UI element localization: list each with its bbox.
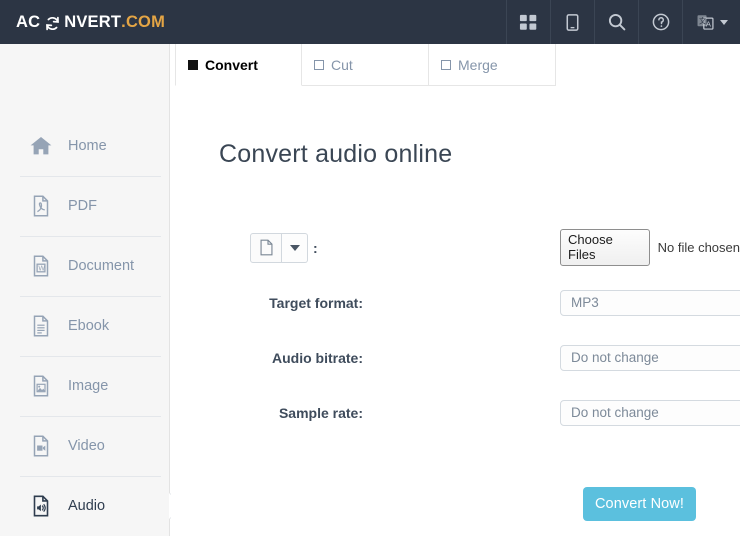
home-icon: [28, 133, 54, 159]
sidebar-item-home[interactable]: Home: [0, 116, 169, 176]
target-format-select[interactable]: MP3: [560, 289, 740, 316]
audio-bitrate-row: Audio bitrate: Do not change: [171, 330, 740, 385]
sample-rate-label: Sample rate:: [278, 404, 363, 421]
tab-convert[interactable]: Convert: [175, 44, 302, 86]
header-spacer: [165, 0, 506, 44]
search-icon[interactable]: [594, 0, 638, 44]
help-circle-icon[interactable]: [638, 0, 682, 44]
sidebar-item-ebook[interactable]: Ebook: [0, 296, 169, 356]
document-page-icon[interactable]: [250, 232, 282, 263]
tab-checkbox-icon: [314, 59, 324, 70]
sidebar-item-label: Video: [68, 438, 105, 454]
page-title: Convert audio online: [219, 140, 453, 168]
ebook-file-icon: [28, 313, 54, 339]
sidebar-item-label: Image: [68, 378, 109, 394]
video-file-icon: [28, 433, 54, 459]
logo-text-nvert: NVERT: [64, 12, 122, 31]
device-tablet-icon[interactable]: [550, 0, 594, 44]
chevron-down-icon: [719, 19, 728, 25]
site-header: AC NVERT .COM A 文: [0, 0, 740, 44]
convert-now-button[interactable]: Convert Now!: [583, 487, 696, 521]
site-logo[interactable]: AC NVERT .COM: [0, 0, 165, 44]
tab-cut[interactable]: Cut: [302, 44, 429, 86]
file-picker-row: : Choose Files No file chosen: [171, 220, 740, 275]
audio-file-icon: [28, 493, 54, 519]
sidebar-item-label: Document: [68, 258, 135, 274]
filetype-dropdown-button[interactable]: [282, 232, 308, 263]
pdf-file-icon: [28, 193, 54, 219]
header-nav: A 文: [506, 0, 740, 44]
apps-grid-icon[interactable]: [506, 0, 550, 44]
sidebar-item-label: PDF: [68, 198, 97, 214]
audio-bitrate-select[interactable]: Do not change: [560, 344, 740, 371]
tab-checkbox-icon: [188, 59, 198, 70]
language-translate-icon[interactable]: A 文: [682, 0, 740, 44]
audio-bitrate-label: Audio bitrate:: [272, 349, 363, 366]
refresh-cycle-icon: [44, 15, 61, 32]
filetype-separator: :: [313, 239, 318, 256]
target-format-value: MP3: [571, 295, 599, 310]
image-file-icon: [28, 373, 54, 399]
logo-text-com: .COM: [121, 12, 166, 31]
audio-bitrate-value: Do not change: [571, 350, 659, 365]
sample-rate-value: Do not change: [571, 405, 659, 420]
page-root: AC NVERT .COM A 文 Home PDF W Document Eb…: [0, 0, 740, 536]
choose-files-button[interactable]: Choose Files: [560, 229, 650, 266]
sidebar-item-label: Ebook: [68, 318, 110, 334]
target-format-label: Target format:: [269, 294, 363, 311]
tab-label: Cut: [331, 56, 353, 73]
sidebar-item-pdf[interactable]: PDF: [0, 176, 169, 236]
sidebar-item-label: Home: [68, 138, 107, 154]
main-content: Convert Cut Merge Convert audio online:…: [171, 44, 740, 536]
no-file-chosen-label: No file chosen: [657, 240, 740, 255]
sample-rate-select[interactable]: Do not change: [560, 399, 740, 426]
target-format-row: Target format: MP3: [171, 275, 740, 330]
tab-merge[interactable]: Merge: [429, 44, 556, 86]
file-input[interactable]: Choose Files No file chosen: [560, 229, 740, 266]
tab-bar: Convert Cut Merge: [175, 44, 556, 86]
svg-text:文: 文: [698, 16, 705, 25]
svg-text:W: W: [38, 266, 45, 273]
sidebar-item-label: Audio: [68, 498, 106, 514]
sample-rate-row: Sample rate: Do not change: [171, 385, 740, 440]
tab-label: Merge: [458, 56, 498, 73]
tab-checkbox-icon: [441, 59, 451, 70]
sidebar-item-video[interactable]: Video: [0, 416, 169, 476]
sidebar: Home PDF W Document Ebook Image Video Au…: [0, 44, 182, 536]
convert-form: : Choose Files No file chosen Target for…: [171, 220, 740, 440]
logo-text-ac: AC: [16, 12, 41, 31]
filetype-button-group: [250, 232, 308, 263]
word-document-icon: W: [28, 253, 54, 279]
sidebar-item-audio[interactable]: Audio: [0, 476, 182, 536]
svg-text:A: A: [705, 19, 711, 28]
sidebar-item-document[interactable]: W Document: [0, 236, 169, 296]
tab-label: Convert: [205, 56, 258, 73]
sidebar-item-image[interactable]: Image: [0, 356, 169, 416]
caret-down-icon: [289, 244, 300, 251]
